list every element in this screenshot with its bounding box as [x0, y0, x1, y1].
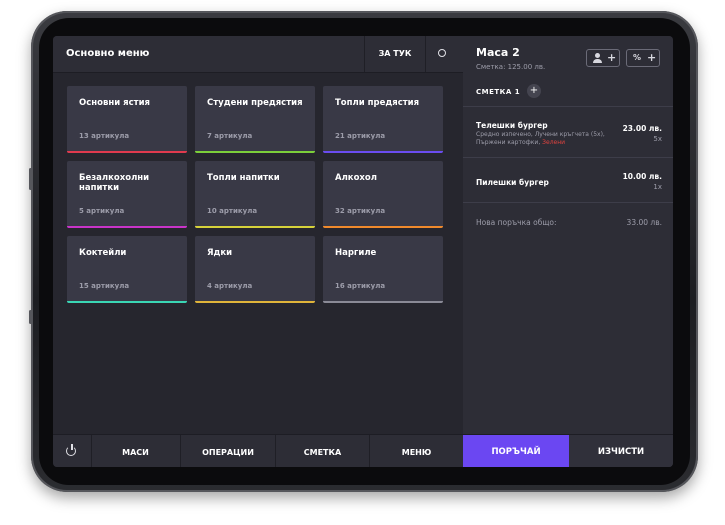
category-tile[interactable]: Топли предястия 21 артикула [323, 86, 443, 153]
item-removed-modifier: Зелени [542, 139, 566, 146]
category-count: 15 артикула [79, 282, 130, 290]
category-color-bar [195, 151, 315, 153]
category-color-bar [323, 226, 443, 228]
side-button [29, 310, 32, 324]
category-color-bar [67, 301, 187, 303]
item-name: Пилешки бургер [476, 178, 549, 187]
category-name: Основни ястия [79, 98, 150, 108]
category-name: Наргиле [335, 248, 377, 258]
item-modifiers-text: Средно изпечено, Лучени кръгчета (5x), П… [476, 131, 605, 146]
category-name: Студени предястия [207, 98, 303, 108]
menu-title: Основно меню [66, 48, 150, 59]
app-screen: Основно меню ЗА ТУК Основни ястия 13 арт… [53, 36, 673, 467]
search-button[interactable] [426, 36, 463, 72]
side-button [29, 168, 32, 190]
power-button[interactable] [53, 435, 91, 467]
divider [463, 157, 673, 158]
category-tile[interactable]: Ядки 4 артикула [195, 236, 315, 303]
category-count: 13 артикула [79, 132, 130, 140]
category-tile[interactable]: Топли напитки 10 артикула [195, 161, 315, 228]
category-color-bar [67, 226, 187, 228]
plus-icon: + [607, 51, 617, 64]
item-price: 10.00 лв. [622, 172, 662, 181]
bottom-nav: МАСИ ОПЕРАЦИИ СМЕТКА МЕНЮ ПОРЪЧАЙ ИЗЧИСТ… [53, 434, 673, 467]
nav-tables[interactable]: МАСИ [91, 435, 180, 467]
category-name: Алкохол [335, 173, 377, 183]
nav-menu[interactable]: МЕНЮ [370, 435, 463, 467]
category-count: 10 артикула [207, 207, 258, 215]
for-here-button[interactable]: ЗА ТУК [365, 36, 425, 72]
add-bill-button[interactable]: + [527, 84, 541, 98]
add-guest-button[interactable]: + [586, 49, 620, 67]
category-count: 7 артикула [207, 132, 253, 140]
category-count: 21 артикула [335, 132, 386, 140]
category-count: 4 артикула [207, 282, 253, 290]
category-count: 32 артикула [335, 207, 386, 215]
category-tile[interactable]: Основни ястия 13 артикула [67, 86, 187, 153]
category-tile[interactable]: Коктейли 15 артикула [67, 236, 187, 303]
menu-top-bar: Основно меню ЗА ТУК [53, 36, 463, 73]
category-color-bar [323, 301, 443, 303]
order-panel: Маса 2 Сметка: 125.00 лв. + % + СМЕТКА 1… [463, 36, 673, 434]
person-icon [595, 53, 600, 58]
person-icon-body [593, 59, 602, 63]
clear-order-button[interactable]: ИЗЧИСТИ [569, 435, 673, 467]
category-tile[interactable]: Безалкохолни напитки 5 артикула [67, 161, 187, 228]
category-color-bar [195, 301, 315, 303]
category-tile[interactable]: Студени предястия 7 артикула [195, 86, 315, 153]
category-color-bar [195, 226, 315, 228]
bill-total: Сметка: 125.00 лв. [476, 63, 546, 71]
item-quantity: 1x [653, 183, 662, 191]
item-price: 23.00 лв. [622, 124, 662, 133]
plus-icon: + [647, 51, 657, 64]
category-name: Топли напитки [207, 173, 280, 183]
percent-icon: % [633, 53, 642, 62]
category-name: Топли предястия [335, 98, 420, 108]
power-icon-stem [71, 444, 73, 450]
place-order-button[interactable]: ПОРЪЧАЙ [463, 435, 569, 467]
search-icon [438, 49, 446, 57]
category-name: Коктейли [79, 248, 127, 258]
category-tile[interactable]: Наргиле 16 артикула [323, 236, 443, 303]
divider [463, 202, 673, 203]
category-color-bar [67, 151, 187, 153]
category-color-bar [323, 151, 443, 153]
menu-area: Основно меню ЗА ТУК Основни ястия 13 арт… [53, 36, 463, 434]
table-name: Маса 2 [476, 46, 520, 59]
nav-operations[interactable]: ОПЕРАЦИИ [181, 435, 275, 467]
new-order-total-value: 33.00 лв. [626, 218, 662, 227]
bill-tab[interactable]: СМЕТКА 1 [476, 88, 520, 96]
item-quantity: 5x [653, 135, 662, 143]
item-name: Телешки бургер [476, 121, 548, 130]
nav-bill[interactable]: СМЕТКА [276, 435, 369, 467]
discount-button[interactable]: % + [626, 49, 660, 67]
item-modifiers: Средно изпечено, Лучени кръгчета (5x), П… [476, 131, 606, 147]
category-name: Ядки [207, 248, 233, 258]
category-name: Безалкохолни напитки [79, 173, 150, 193]
category-count: 16 артикула [335, 282, 386, 290]
category-tile[interactable]: Алкохол 32 артикула [323, 161, 443, 228]
divider [463, 106, 673, 107]
new-order-total-label: Нова поръчка общо: [476, 218, 557, 227]
category-count: 5 артикула [79, 207, 125, 215]
